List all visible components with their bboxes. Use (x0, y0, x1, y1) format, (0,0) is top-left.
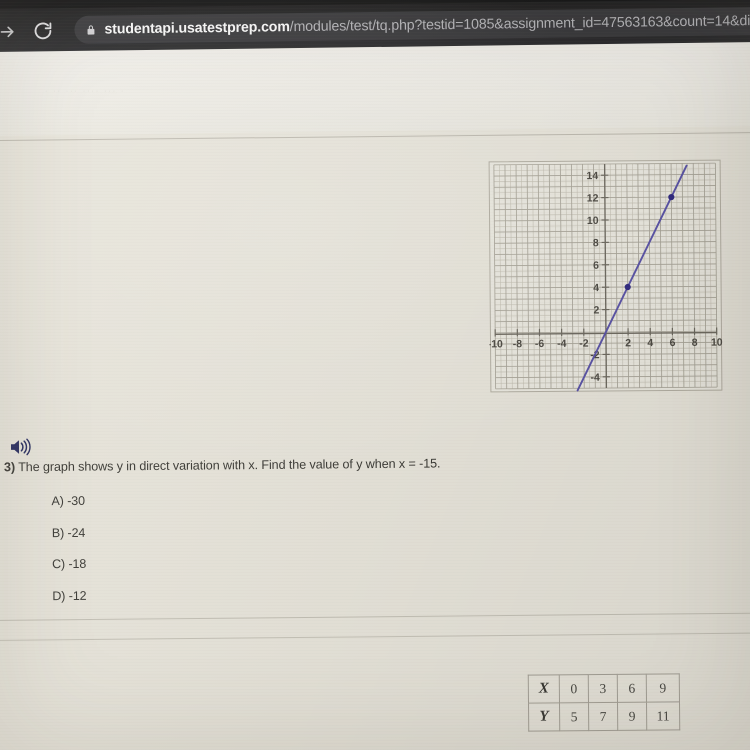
answer-option-b[interactable]: B) -24 (52, 525, 86, 539)
answer-letter-a: A) (51, 494, 64, 509)
svg-text:4: 4 (593, 282, 599, 294)
table-cell: 6 (617, 674, 647, 703)
answer-option-c[interactable]: C) -18 (52, 557, 86, 571)
answer-letter-c: C) (52, 557, 66, 572)
answer-options-list: A) -30 B) -24 C) -18 D) -12 (51, 494, 86, 620)
answer-letter-b: B) (51, 525, 65, 540)
svg-text:-2: -2 (579, 338, 589, 350)
lock-icon (85, 23, 96, 36)
url-path: /modules/test/tq.php?testid=1085&assignm… (289, 12, 750, 36)
url-domain: studentapi.usatestprep.com (104, 19, 290, 38)
table-row-header: X (528, 674, 560, 704)
svg-text:12: 12 (587, 192, 599, 204)
table-cell: 9 (646, 673, 680, 703)
answer-value-b: -24 (67, 525, 86, 540)
svg-text:-4: -4 (590, 372, 600, 384)
svg-text:14: 14 (586, 170, 598, 182)
svg-text:4: 4 (647, 337, 653, 349)
table-cell: 9 (617, 702, 647, 731)
table-cell: 5 (559, 702, 589, 731)
svg-text:10: 10 (711, 337, 723, 349)
table-cell: 11 (646, 701, 680, 731)
svg-text:8: 8 (593, 237, 599, 249)
address-bar[interactable]: studentapi.usatestprep.com/modules/test/… (74, 6, 750, 44)
svg-text:2: 2 (625, 337, 631, 349)
reload-icon[interactable] (32, 20, 53, 41)
table-cell: 7 (588, 702, 618, 731)
svg-text:10: 10 (587, 215, 599, 227)
graph-svg: -10-8-6-4-2246810-4-22468101214 (488, 159, 723, 393)
answer-option-a[interactable]: A) -30 (51, 494, 85, 508)
answer-value-c: -18 (68, 556, 87, 572)
table-row-header: Y (528, 702, 560, 732)
graph-data-point (668, 193, 675, 201)
table-row: Y 5 7 9 11 (528, 701, 680, 732)
table-cell: 0 (559, 674, 589, 703)
faint-header-text: · ·· ··· ···· ··· · (45, 88, 126, 95)
svg-text:-10: -10 (488, 338, 503, 350)
svg-text:8: 8 (692, 337, 698, 349)
coordinate-graph: -10-8-6-4-2246810-4-22468101214 (488, 159, 723, 393)
answer-option-d[interactable]: D) -12 (52, 588, 86, 602)
forward-arrow-icon[interactable] (0, 23, 17, 41)
address-bar-text: studentapi.usatestprep.com/modules/test/… (104, 12, 750, 37)
svg-text:6: 6 (593, 260, 599, 272)
table-cell: 3 (588, 674, 618, 703)
graph-data-point (624, 283, 631, 291)
answer-value-a: -30 (67, 493, 86, 509)
svg-text:2: 2 (593, 304, 599, 316)
table-row: X0369 (528, 673, 680, 704)
svg-text:-8: -8 (513, 338, 523, 350)
value-table: X 0 3 6 9 Y 5 7 9 11 (527, 673, 681, 732)
answer-letter-d: D) (52, 588, 66, 603)
answer-value-d: -12 (68, 588, 87, 603)
svg-text:-6: -6 (535, 338, 545, 350)
question-number: 3) (3, 460, 16, 475)
svg-text:-4: -4 (557, 338, 567, 350)
svg-text:6: 6 (670, 337, 676, 349)
speaker-icon[interactable] (8, 436, 34, 458)
